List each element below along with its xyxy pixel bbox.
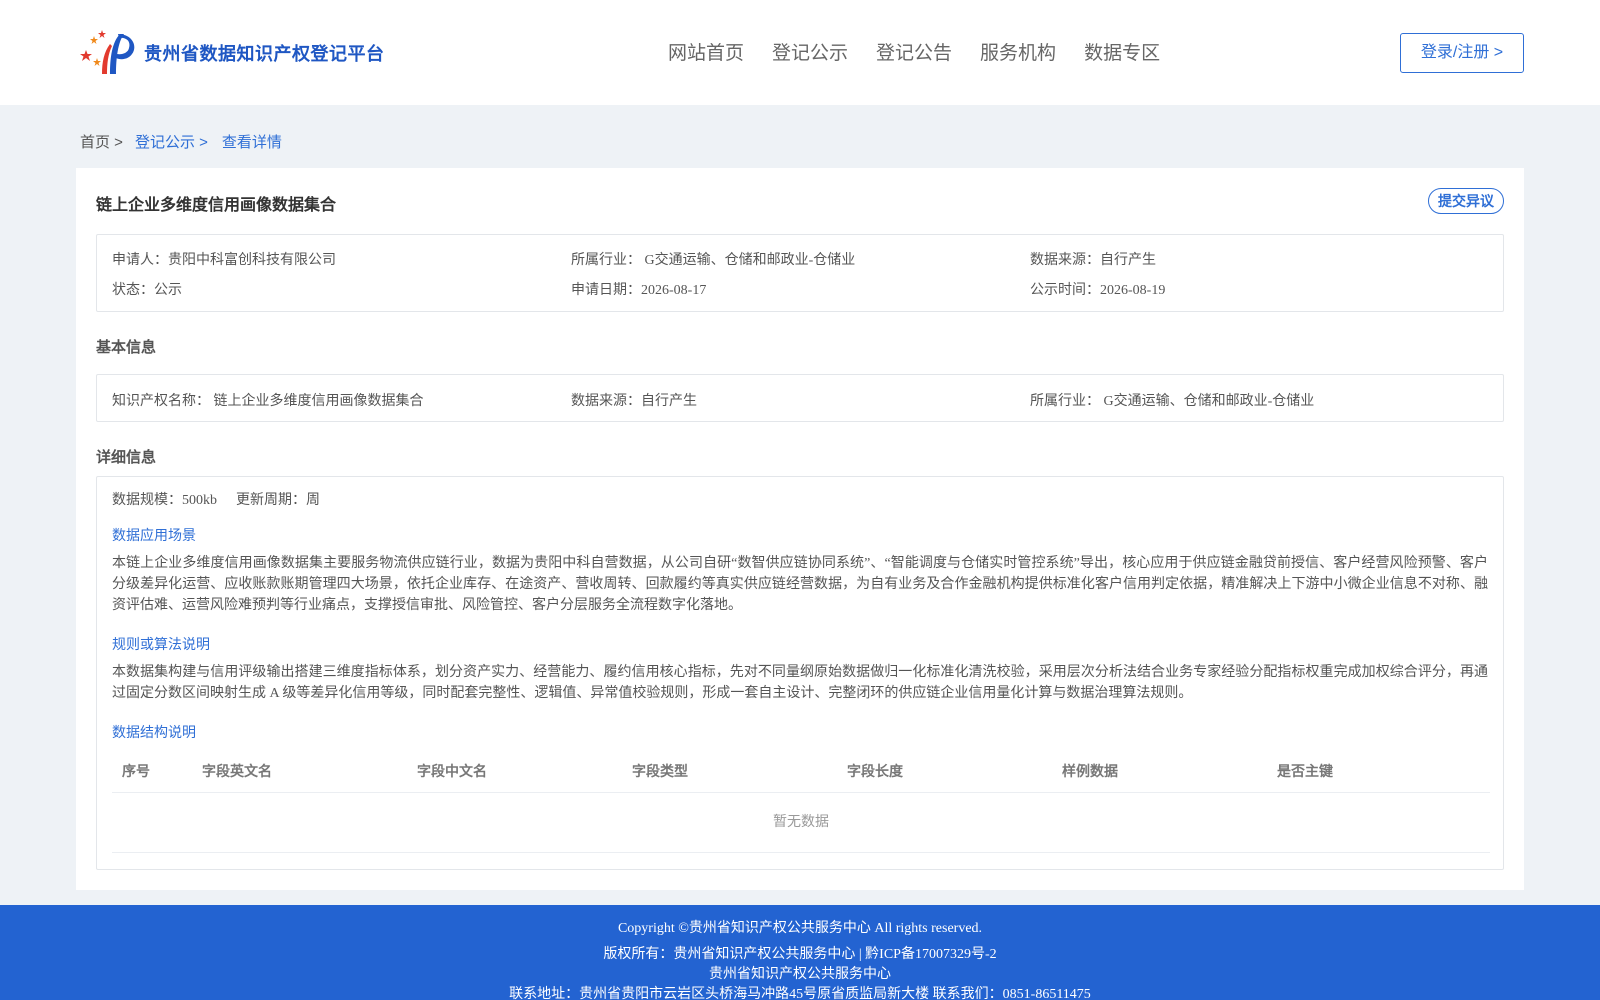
th-field-type: 字段类型: [632, 763, 688, 779]
basic-info-title: 基本信息: [96, 339, 157, 356]
th-field-length: 字段长度: [847, 763, 903, 779]
detail-info-title: 详细信息: [96, 449, 157, 466]
scenario-text: 本链上企业多维度信用画像数据集主要服务物流供应链行业，数据为贵阳中科自营数据，从…: [112, 556, 1488, 613]
publish-date: 公示时间：2026-08-19: [1030, 283, 1166, 298]
th-primary-key: 是否主键: [1277, 763, 1333, 779]
nav-registration-publicity[interactable]: 登记公示: [772, 38, 848, 65]
industry: 所属行业： G交通运输、仓储和邮政业-仓储业: [571, 253, 856, 268]
ip-name: 知识产权名称： 链上企业多维度信用画像数据集合: [112, 394, 424, 409]
detail-card: 链上企业多维度信用画像数据集合 提交异议 申请人：贵阳中科富创科技有限公司 所属…: [76, 168, 1524, 890]
data-source: 数据来源：自行产生: [1030, 253, 1156, 268]
basic-data-source: 数据来源：自行产生: [571, 394, 697, 409]
apply-date: 申请日期：2026-08-17: [571, 283, 707, 298]
nav-registration-announcement[interactable]: 登记公告: [876, 38, 952, 65]
update-cycle: 更新周期：周: [236, 493, 320, 508]
login-register-button[interactable]: 登录/注册 >: [1400, 33, 1524, 73]
status: 状态：公示: [112, 283, 182, 298]
site-title: 贵州省数据知识产权登记平台: [144, 44, 385, 64]
th-field-en: 字段英文名: [202, 763, 272, 779]
breadcrumb-current: 查看详情: [221, 134, 282, 151]
applicant: 申请人：贵阳中科富创科技有限公司: [112, 253, 336, 268]
site-footer: Copyright ©贵州省知识产权公共服务中心 All rights rese…: [0, 905, 1600, 1000]
footer-org: 贵州省知识产权公共服务中心: [709, 967, 891, 982]
structure-title: 数据结构说明: [112, 726, 196, 741]
top-header: 贵州省数据知识产权登记平台 网站首页 登记公示 登记公告 服务机构 数据专区 登…: [0, 0, 1600, 105]
nav-data-zone[interactable]: 数据专区: [1084, 38, 1160, 65]
structure-table-header: 序号 字段英文名 字段中文名 字段类型 字段长度 样例数据 是否主键: [112, 747, 1490, 793]
breadcrumb: 首页 > 登记公示 > 查看详情: [80, 131, 282, 152]
platform-logo-icon: [80, 30, 135, 74]
data-scale: 数据规模：500kb: [112, 493, 217, 508]
footer-copyright: Copyright ©贵州省知识产权公共服务中心 All rights rese…: [617, 921, 983, 936]
footer-address: 联系地址：贵州省贵阳市云岩区头桥海马冲路45号原省质监局新大楼 联系我们：085…: [509, 987, 1091, 1000]
nav-service-agencies[interactable]: 服务机构: [980, 38, 1056, 65]
submit-objection-button[interactable]: 提交异议: [1428, 188, 1504, 214]
scenario-title: 数据应用场景: [112, 529, 196, 544]
th-sample: 样例数据: [1062, 763, 1118, 779]
basic-info-box: 知识产权名称： 链上企业多维度信用画像数据集合 数据来源：自行产生 所属行业： …: [96, 374, 1504, 422]
detail-info-box: 数据规模：500kb 更新周期：周 数据应用场景 本链上企业多维度信用画像数据集…: [96, 476, 1504, 870]
site-logo[interactable]: 贵州省数据知识产权登记平台: [80, 28, 385, 78]
algorithm-title: 规则或算法说明: [112, 638, 210, 653]
th-index: 序号: [122, 763, 150, 779]
table-empty-state: 暂无数据: [112, 793, 1490, 853]
algorithm-text: 本数据集构建与信用评级输出搭建三维度指标体系，划分资产实力、经营能力、履约信用核…: [112, 665, 1488, 701]
breadcrumb-home[interactable]: 首页 >: [80, 131, 123, 152]
breadcrumb-parent[interactable]: 登记公示 >: [135, 131, 208, 152]
page-title: 链上企业多维度信用画像数据集合: [96, 197, 337, 214]
footer-owner: 版权所有：贵州省知识产权公共服务中心 | 黔ICP备17007329号-2: [603, 947, 997, 962]
nav-home[interactable]: 网站首页: [668, 38, 744, 65]
basic-industry: 所属行业： G交通运输、仓储和邮政业-仓储业: [1030, 394, 1315, 409]
th-field-cn: 字段中文名: [417, 763, 487, 779]
main-nav: 网站首页 登记公示 登记公告 服务机构 数据专区: [668, 38, 1188, 65]
summary-box: 申请人：贵阳中科富创科技有限公司 所属行业： G交通运输、仓储和邮政业-仓储业 …: [96, 234, 1504, 312]
